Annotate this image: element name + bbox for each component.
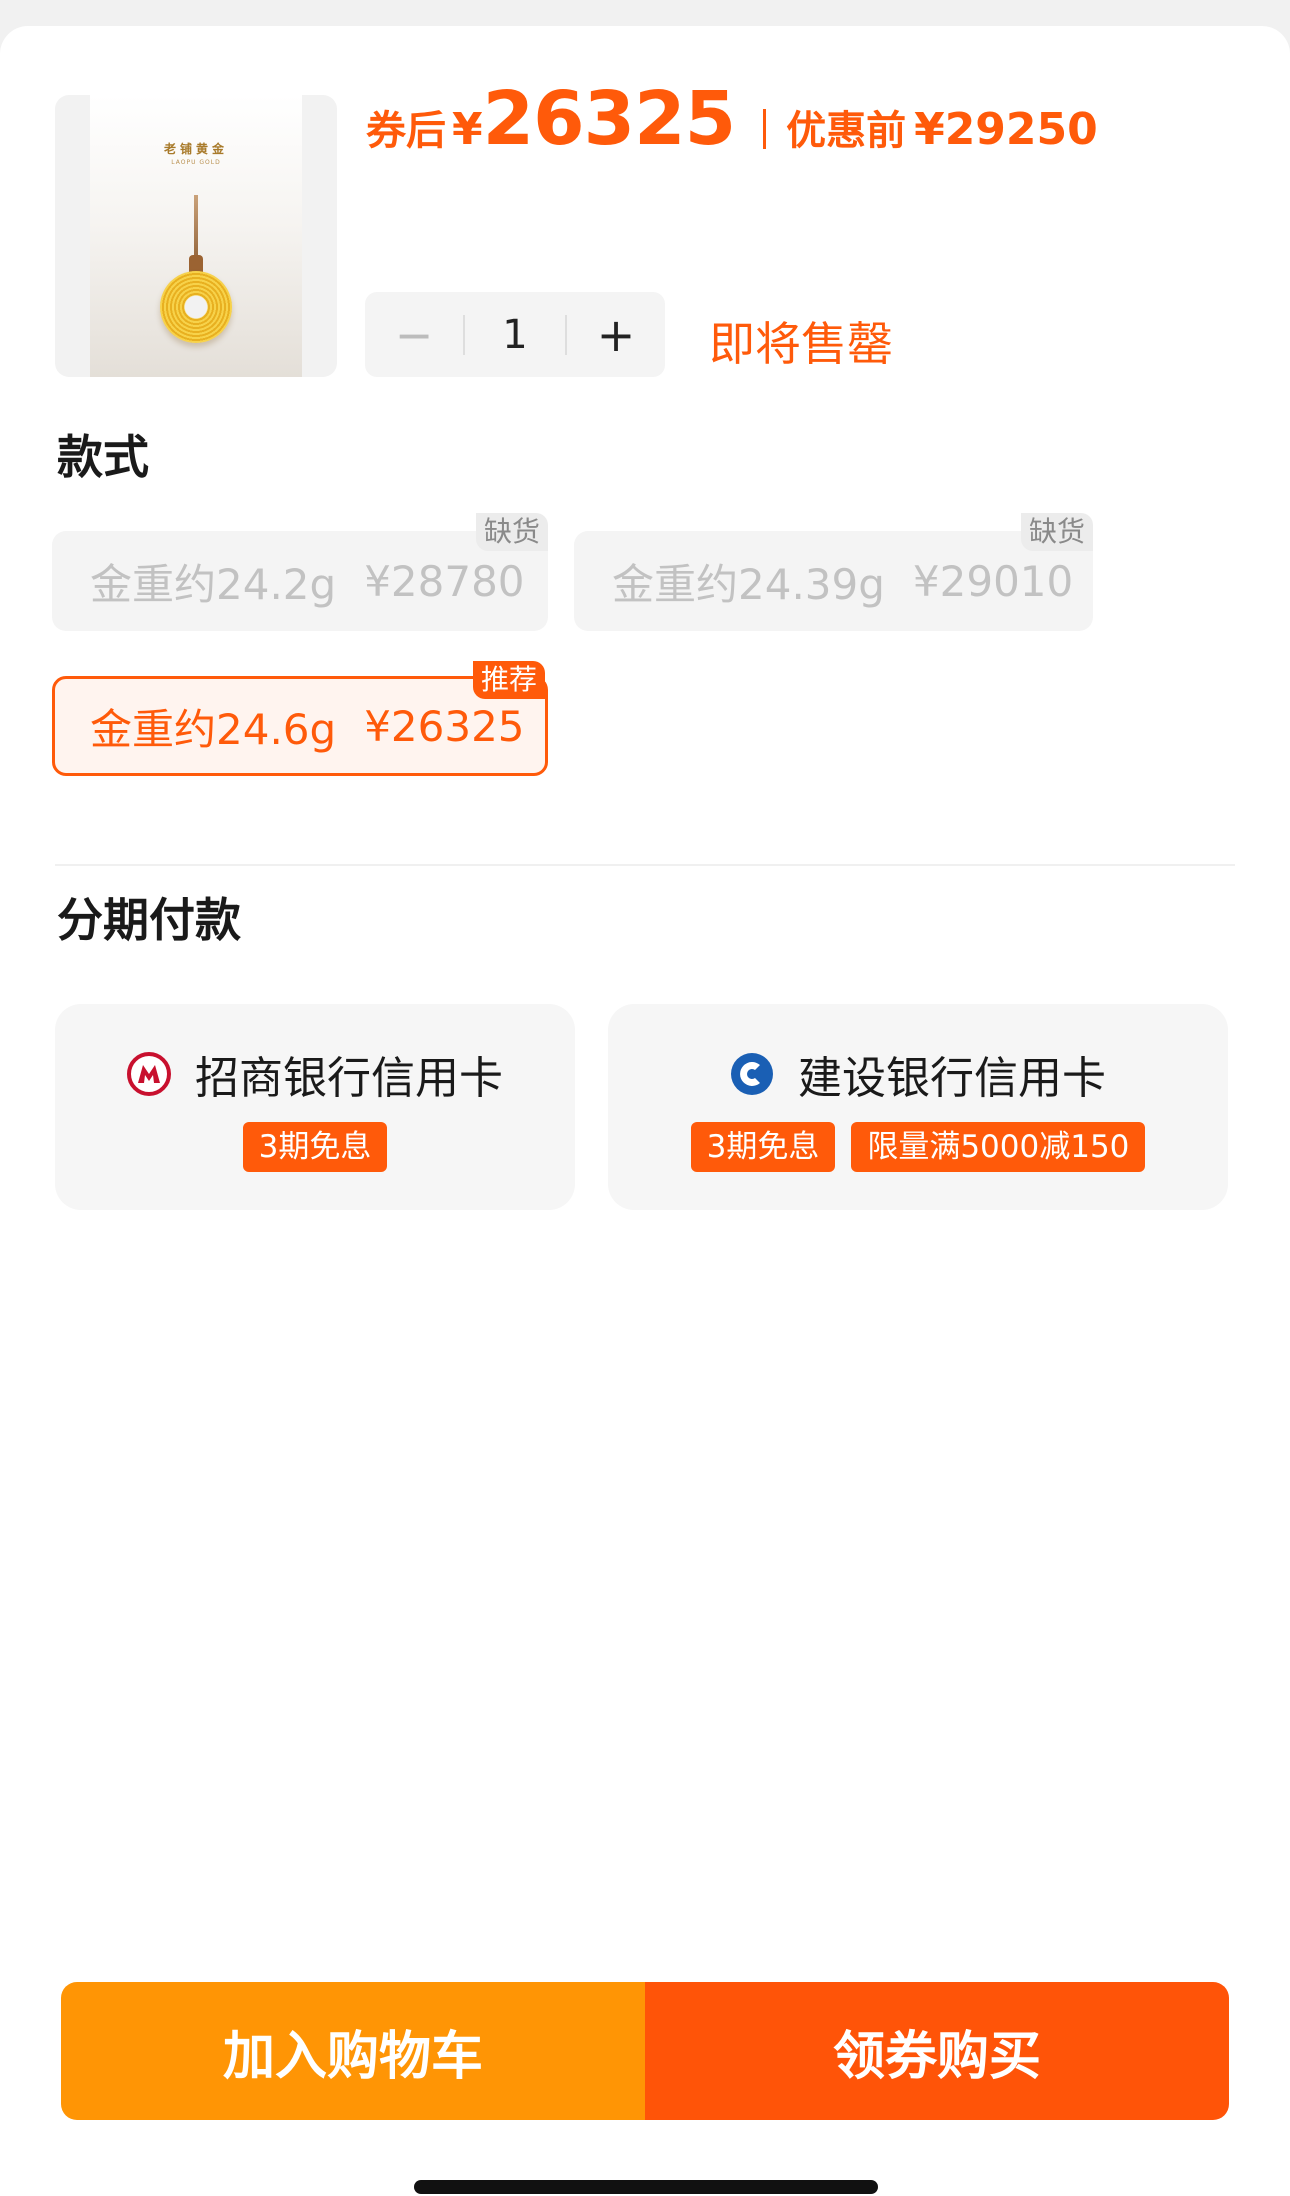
product-image: 老铺黄金 LAOPU GOLD xyxy=(90,95,302,377)
ccb-logo-icon xyxy=(731,1053,773,1095)
interest-free-badge: 3期免息 xyxy=(690,1122,836,1172)
quantity-value[interactable]: 1 xyxy=(465,312,565,358)
interest-free-badge: 3期免息 xyxy=(242,1122,388,1172)
stock-status: 即将售罄 xyxy=(709,317,893,371)
after-coupon-price: 26325 xyxy=(482,76,736,162)
bank-header: 建设银行信用卡 xyxy=(608,1042,1228,1106)
section-divider xyxy=(55,864,1235,866)
bank-option-ccb[interactable]: 建设银行信用卡 3期免息 限量满5000减150 xyxy=(608,1004,1228,1210)
bank-tags: 3期免息 xyxy=(55,1122,575,1172)
style-option-price: ¥29010 xyxy=(912,556,1074,606)
bank-tags: 3期免息 限量满5000减150 xyxy=(608,1122,1228,1172)
price-row: 券后 ¥ 26325 优惠前 ¥29250 xyxy=(366,76,1098,166)
style-option-weight: 金重约24.39g xyxy=(612,559,885,609)
before-discount-price: ¥29250 xyxy=(914,104,1098,155)
recommended-badge: 推荐 xyxy=(472,661,545,699)
gold-pendant-icon xyxy=(160,271,232,343)
decrease-quantity-button[interactable]: − xyxy=(365,292,463,377)
currency-symbol: ¥ xyxy=(452,104,483,155)
out-of-stock-badge: 缺货 xyxy=(1020,513,1093,551)
style-option[interactable]: 金重约24.2g ¥28780 缺货 xyxy=(52,513,548,631)
add-to-cart-button[interactable]: 加入购物车 xyxy=(61,1982,645,2120)
bank-name: 招商银行信用卡 xyxy=(195,1053,503,1104)
bank-name: 建设银行信用卡 xyxy=(798,1053,1106,1104)
quantity-stepper: − 1 + xyxy=(365,292,665,377)
style-option[interactable]: 金重约24.39g ¥29010 缺货 xyxy=(574,513,1093,631)
after-coupon-label: 券后 xyxy=(366,108,446,154)
product-thumbnail[interactable]: 老铺黄金 LAOPU GOLD xyxy=(55,95,337,377)
discount-badge: 限量满5000减150 xyxy=(851,1122,1146,1172)
bank-header: 招商银行信用卡 xyxy=(55,1042,575,1106)
out-of-stock-badge: 缺货 xyxy=(475,513,548,551)
home-indicator[interactable] xyxy=(414,2180,878,2194)
style-option-weight: 金重约24.6g xyxy=(90,704,337,754)
increase-quantity-button[interactable]: + xyxy=(567,292,665,377)
before-discount-label: 优惠前 xyxy=(786,108,907,154)
style-option-weight: 金重约24.2g xyxy=(90,559,337,609)
bank-option-cmb[interactable]: 招商银行信用卡 3期免息 xyxy=(55,1004,575,1210)
thumb-brand-cn: 老铺黄金 xyxy=(163,142,228,156)
price-divider xyxy=(763,109,767,149)
cmb-logo-icon xyxy=(127,1052,171,1096)
thumb-brand-en: LAOPU GOLD xyxy=(171,159,221,166)
action-bar: 加入购物车 领券购买 xyxy=(61,1982,1229,2120)
style-option-price: ¥26325 xyxy=(364,701,525,751)
style-section-title: 款式 xyxy=(57,430,149,484)
style-option-price: ¥28780 xyxy=(364,556,525,606)
purchase-sheet: 老铺黄金 LAOPU GOLD 券后 ¥ 26325 优惠前 ¥29250 − … xyxy=(0,26,1290,2196)
style-option-selected[interactable]: 金重约24.6g ¥26325 推荐 xyxy=(52,661,548,776)
installment-section-title: 分期付款 xyxy=(57,893,241,947)
buy-with-coupon-button[interactable]: 领券购买 xyxy=(645,1982,1229,2120)
